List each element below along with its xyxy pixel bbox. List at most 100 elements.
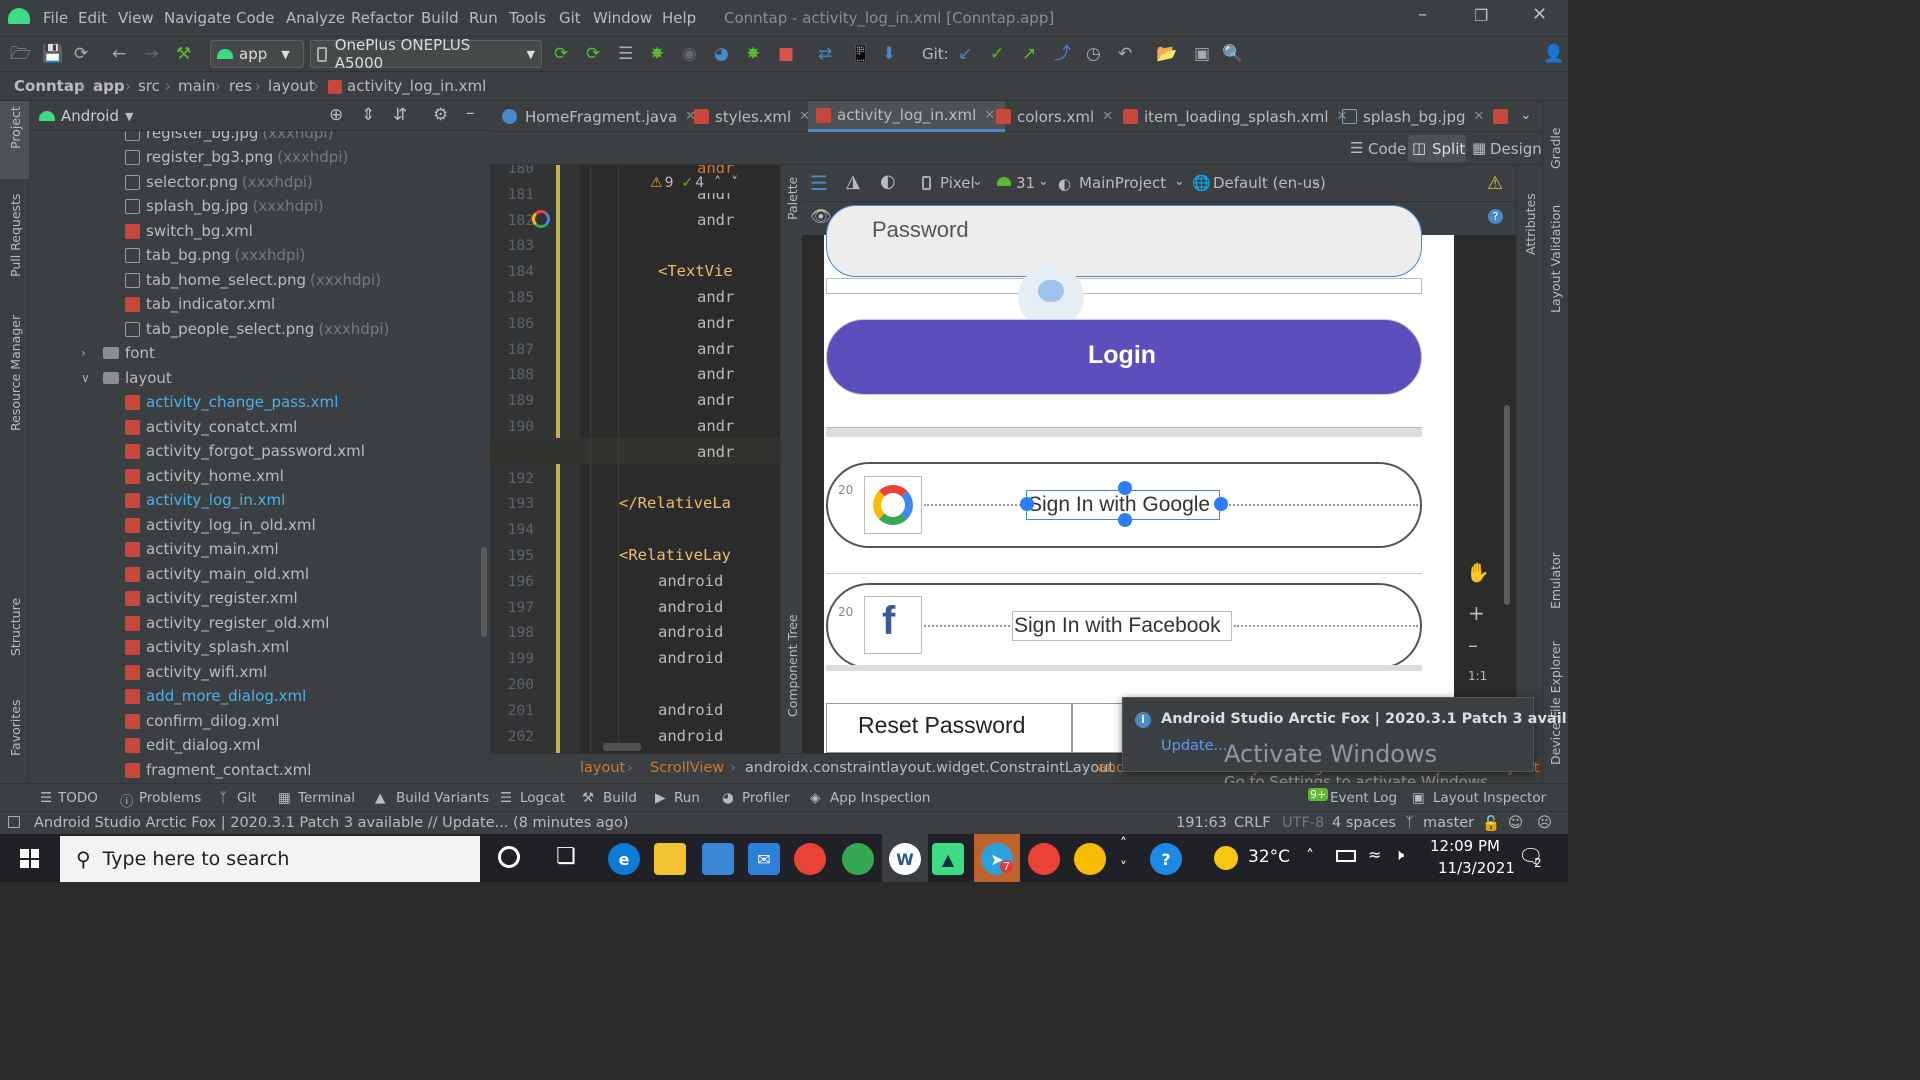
split-mode-button[interactable]: Split xyxy=(1432,140,1465,158)
help-icon[interactable]: ? xyxy=(1150,843,1182,875)
chevron-up-icon[interactable]: ˄ xyxy=(714,175,721,191)
expand-all-icon[interactable]: ⇕ xyxy=(361,105,375,125)
attributes-tool-tab[interactable]: Attributes xyxy=(1523,193,1538,255)
tree-file[interactable]: activity_wifi.xml xyxy=(125,661,267,683)
zoom-in-icon[interactable]: + xyxy=(1468,601,1485,625)
menu-tools[interactable]: Tools xyxy=(509,9,546,27)
git-tab[interactable]: Git xyxy=(237,790,257,806)
emulator-tool-tab[interactable]: Emulator xyxy=(1548,552,1563,609)
git-push-icon[interactable]: ↗ xyxy=(1022,44,1036,64)
temperature[interactable]: 32°C xyxy=(1248,847,1290,867)
close-icon[interactable]: ✕ xyxy=(984,108,995,123)
sync-icon[interactable]: ⟳ xyxy=(74,44,88,64)
build-variants-tab[interactable]: Build Variants xyxy=(396,790,489,806)
git-branch[interactable]: master xyxy=(1423,815,1474,831)
zoom-reset-button[interactable]: 1:1 xyxy=(1468,669,1487,683)
layout-preview-canvas[interactable]: Password Login 20 Sign In with Google 20… xyxy=(824,205,1454,753)
device-select[interactable]: Pixel xyxy=(940,174,975,192)
git-update-icon[interactable]: ↙ xyxy=(958,44,972,64)
chrome-profile-icon[interactable] xyxy=(842,843,874,875)
tree-file[interactable]: tab_home_select.png (xxxhdpi) xyxy=(125,269,381,291)
file-encoding[interactable]: UTF-8 xyxy=(1282,815,1324,831)
attach-debugger-icon[interactable]: ✸ xyxy=(746,44,760,64)
tree-scrollbar[interactable] xyxy=(481,547,487,637)
breadcrumb-item[interactable]: Conntap xyxy=(14,77,85,95)
task-view-icon[interactable]: ❏ xyxy=(556,844,576,869)
make-hammer-icon[interactable]: ⚒ xyxy=(176,44,191,64)
layout-validation-tool-tab[interactable]: Layout Validation xyxy=(1548,205,1563,313)
volume-icon[interactable]: 🕨 xyxy=(1394,845,1404,865)
chrome-icon[interactable] xyxy=(794,843,826,875)
tree-file[interactable]: confirm_dilog.xml xyxy=(125,710,279,732)
status-toggle-icon[interactable] xyxy=(8,816,20,828)
chevron-down-icon[interactable]: ˅ xyxy=(731,175,738,191)
build-tab[interactable]: Build xyxy=(603,790,637,806)
update-link[interactable]: Update... xyxy=(1161,738,1227,754)
palette-tool-tab[interactable]: Palette xyxy=(785,177,800,220)
chevron-up-icon[interactable]: ˄ xyxy=(1120,836,1127,852)
tree-file[interactable]: splash_bg.jpg (xxxhdpi) xyxy=(125,195,324,217)
run-tests-icon[interactable]: ☰ xyxy=(618,44,633,64)
menu-refactor[interactable]: Refactor xyxy=(351,9,414,27)
indent-setting[interactable]: 4 spaces xyxy=(1332,815,1396,831)
apply-changes-icon[interactable]: ⟳ xyxy=(554,44,568,64)
coverage-icon[interactable]: ◉ xyxy=(682,44,697,64)
edge-icon[interactable]: e xyxy=(608,843,640,875)
layers-icon[interactable]: ☰ xyxy=(810,171,828,195)
open-folder-icon[interactable]: 🗁 xyxy=(10,44,31,64)
logcat-tab[interactable]: Logcat xyxy=(520,790,565,806)
tree-file[interactable]: tab_people_select.png (xxxhdpi) xyxy=(125,318,389,340)
project-tool-tab[interactable]: Project xyxy=(8,106,23,149)
more-tabs-icon[interactable] xyxy=(1493,109,1508,124)
tab-colors[interactable]: colors.xml ✕ xyxy=(996,101,1113,132)
tab-item-loading-splash[interactable]: item_loading_splash.xml ✕ xyxy=(1123,101,1348,132)
apply-code-changes-icon[interactable]: ⟳ xyxy=(586,44,600,64)
project-view-select[interactable]: Android xyxy=(61,107,119,125)
menu-window[interactable]: Window xyxy=(593,9,652,27)
stop-icon[interactable]: ■ xyxy=(778,44,794,64)
tree-file[interactable]: activity_change_pass.xml xyxy=(125,391,338,413)
warning-icon[interactable]: ⚠ xyxy=(1487,173,1503,194)
api-select[interactable]: 31 xyxy=(1016,174,1035,192)
forward-icon[interactable]: → xyxy=(144,44,158,64)
line-separator[interactable]: CRLF xyxy=(1234,815,1271,831)
cortana-icon[interactable] xyxy=(498,846,520,868)
battery-icon[interactable] xyxy=(1336,850,1356,862)
menu-run[interactable]: Run xyxy=(469,9,498,27)
menu-navigate[interactable]: Navigate xyxy=(164,9,231,27)
close-icon[interactable]: ✕ xyxy=(1102,109,1113,124)
account-icon[interactable]: 👤 xyxy=(1543,44,1564,64)
gear-icon[interactable]: ⚙ xyxy=(433,105,448,125)
word-icon[interactable]: W xyxy=(889,843,921,875)
structure-tool-tab[interactable]: Structure xyxy=(8,598,23,656)
run-tab[interactable]: Run xyxy=(674,790,700,806)
menu-view[interactable]: View xyxy=(118,9,154,27)
resize-handle[interactable] xyxy=(1214,497,1228,511)
nav-item-scrollview[interactable]: ScrollView xyxy=(650,760,724,776)
chevron-right-icon[interactable]: › xyxy=(81,346,103,360)
chrome-icon-2[interactable] xyxy=(1028,843,1060,875)
tree-file[interactable]: tab_indicator.xml xyxy=(125,293,275,315)
tree-file[interactable]: switch_bg.xml xyxy=(125,220,253,242)
tree-file[interactable]: fragment_contact.xml xyxy=(125,759,311,781)
pan-hand-icon[interactable]: ✋ xyxy=(1466,561,1490,584)
menu-help[interactable]: Help xyxy=(662,9,696,27)
gradle-tool-tab[interactable]: Gradle xyxy=(1548,127,1563,169)
git-commit-icon[interactable]: ✓ xyxy=(990,44,1004,64)
chevron-down-icon[interactable]: ⌄ xyxy=(1520,107,1532,123)
tree-file[interactable]: activity_register_old.xml xyxy=(125,612,329,634)
lock-icon[interactable]: 🔓 xyxy=(1482,815,1500,832)
resize-handle[interactable] xyxy=(1118,513,1132,527)
locale-select[interactable]: Default (en-us) xyxy=(1213,174,1326,192)
tree-file[interactable]: selector.png (xxxhdpi) xyxy=(125,171,313,193)
tree-folder[interactable]: › font xyxy=(81,342,155,364)
run-config-select[interactable]: app ▼ xyxy=(210,40,304,68)
search-icon[interactable]: 🔍 xyxy=(1222,44,1243,64)
breadcrumb-item[interactable]: main xyxy=(178,77,215,95)
design-mode-button[interactable]: Design xyxy=(1490,140,1542,158)
status-message[interactable]: Android Studio Arctic Fox | 2020.3.1 Pat… xyxy=(34,815,628,831)
tab-homefragment[interactable]: HomeFragment.java ✕ xyxy=(502,101,696,132)
file-explorer-icon[interactable] xyxy=(654,843,686,875)
tree-file[interactable]: activity_log_in_old.xml xyxy=(125,514,316,536)
zoom-out-icon[interactable]: – xyxy=(1468,633,1478,657)
